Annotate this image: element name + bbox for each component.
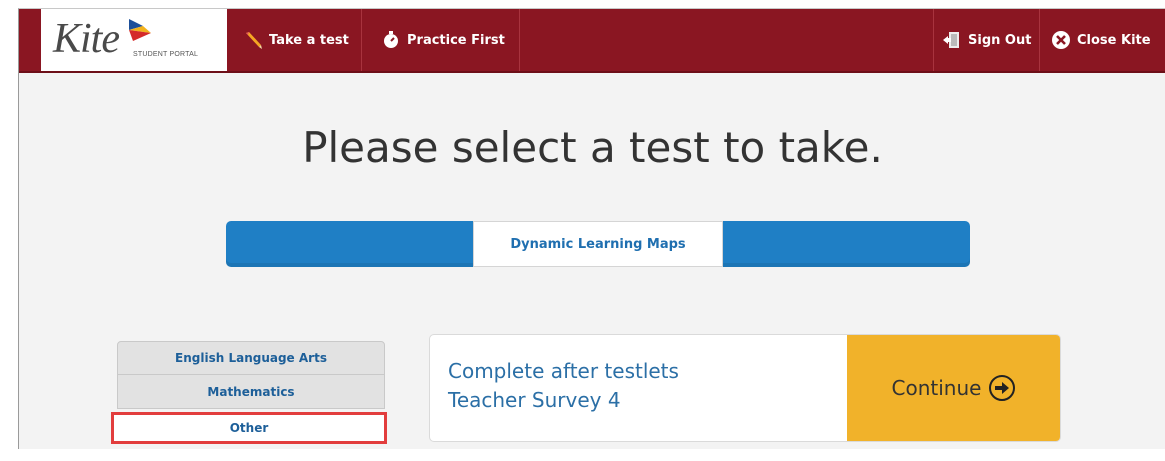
test-name-line-2: Teacher Survey 4 — [448, 388, 621, 412]
page-title: Please select a test to take. — [302, 123, 883, 172]
continue-button[interactable]: Continue — [847, 335, 1060, 441]
practice-first-label: Practice First — [407, 32, 505, 48]
tab-dynamic-learning-maps[interactable]: Dynamic Learning Maps — [473, 221, 723, 267]
close-kite-label: Close Kite — [1077, 32, 1151, 48]
take-a-test-label: Take a test — [269, 32, 349, 48]
top-nav-bar: Kite STUDENT PORTAL Take a test Practice… — [19, 9, 1165, 73]
test-card: Complete after testlets Teacher Survey 4… — [429, 334, 1061, 442]
close-kite-button[interactable]: Close Kite — [1045, 9, 1151, 71]
continue-label: Continue — [891, 376, 982, 400]
program-tab-bar: Dynamic Learning Maps — [226, 221, 970, 267]
subject-tab-mathematics[interactable]: Mathematics — [117, 375, 385, 409]
practice-first-tab[interactable]: Practice First — [381, 9, 520, 71]
logo-text: Kite — [53, 16, 120, 62]
sign-out-label: Sign Out — [968, 32, 1032, 48]
arrow-right-circle-icon — [989, 375, 1016, 401]
subject-tab-other[interactable]: Other — [111, 412, 387, 444]
app-window: Kite STUDENT PORTAL Take a test Practice… — [18, 8, 1165, 449]
close-circle-icon — [1051, 30, 1071, 50]
test-name-line-1: Complete after testlets — [448, 359, 679, 383]
logo-subtitle: STUDENT PORTAL — [133, 51, 199, 58]
kite-flag-icon — [129, 19, 151, 41]
kite-logo: Kite STUDENT PORTAL — [41, 9, 227, 71]
subject-tab-english-language-arts[interactable]: English Language Arts — [117, 341, 385, 375]
sign-out-button[interactable]: Sign Out — [933, 9, 1041, 71]
test-name: Complete after testlets Teacher Survey 4 — [448, 357, 828, 415]
door-exit-icon — [942, 30, 962, 50]
stopwatch-icon — [381, 30, 401, 50]
take-a-test-tab[interactable]: Take a test — [243, 9, 362, 71]
pencil-icon — [243, 30, 263, 50]
